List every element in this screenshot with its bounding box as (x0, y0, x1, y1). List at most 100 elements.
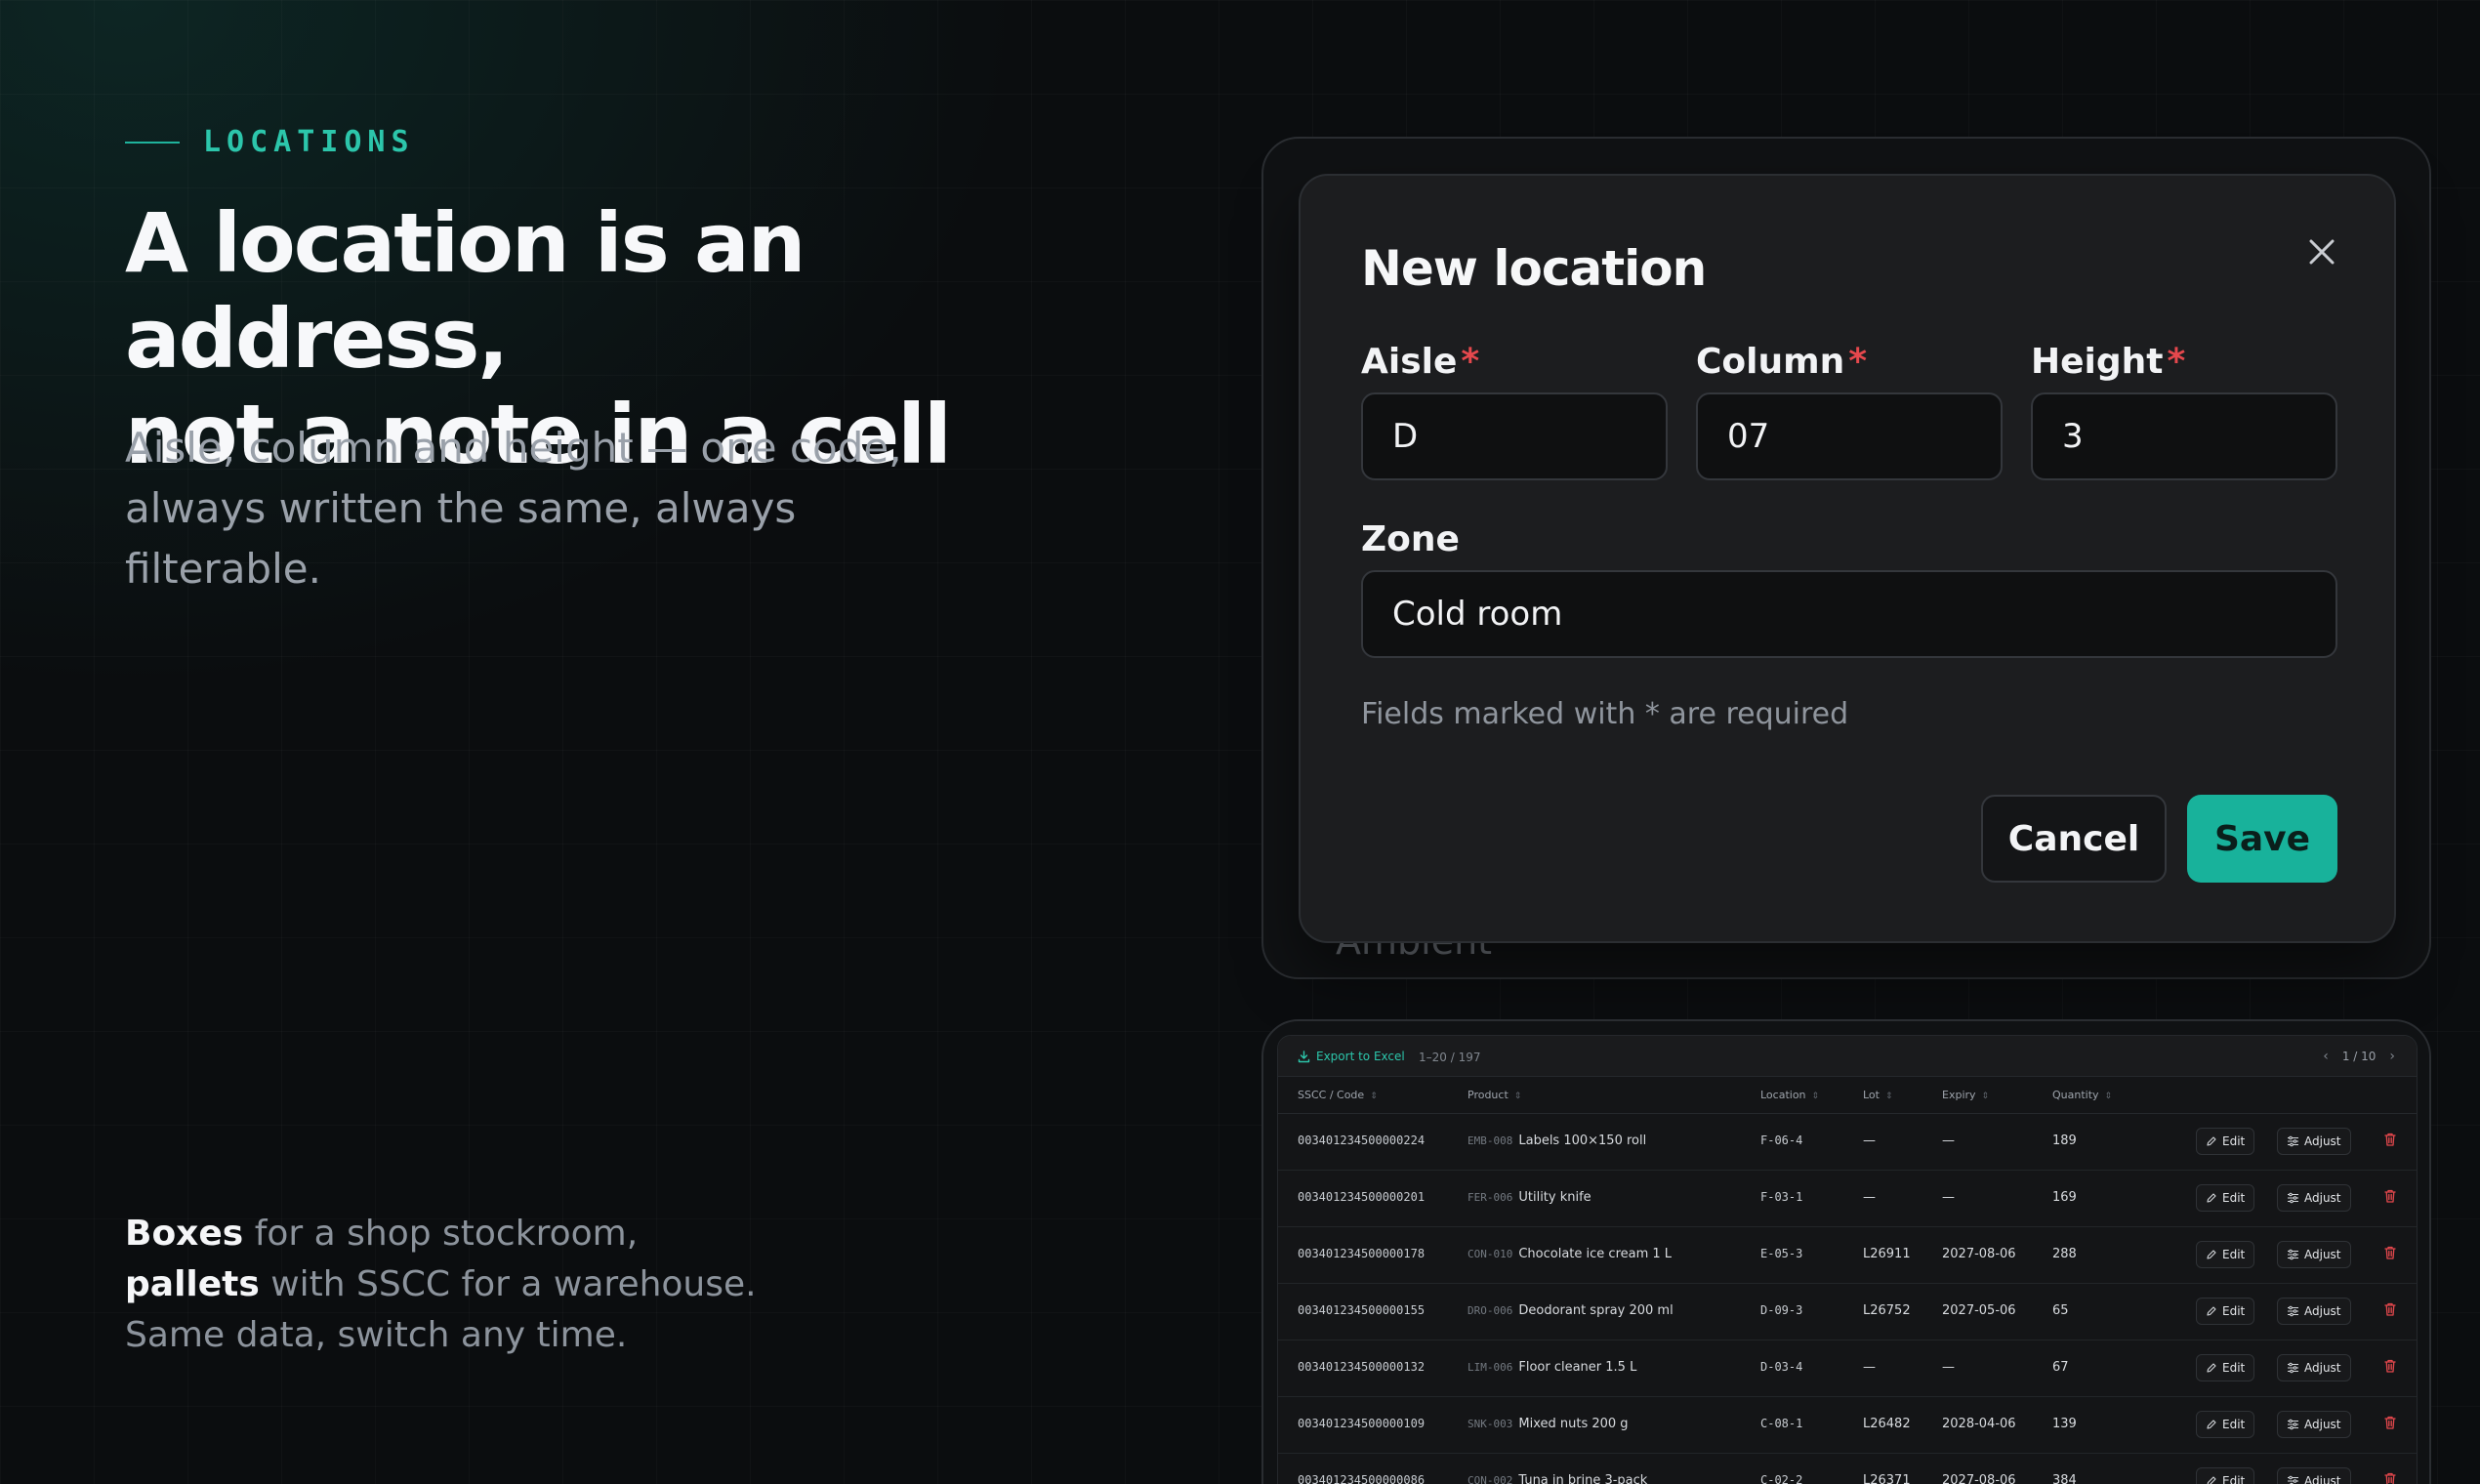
aisle-field[interactable]: D (1361, 392, 1668, 480)
product-sku: FER-006 (1467, 1191, 1513, 1204)
edit-button[interactable]: Edit (2196, 1241, 2255, 1268)
product-name: Utility knife (1518, 1190, 1591, 1205)
location-code: E-05-3 (1760, 1247, 1803, 1260)
lot-cell: L26911 (1863, 1247, 1911, 1261)
column-field[interactable]: 07 (1696, 392, 2003, 480)
quantity-cell: 139 (2052, 1417, 2077, 1431)
column-header-quantity[interactable]: Quantity ⇕ (2052, 1089, 2112, 1101)
trash-icon[interactable] (2383, 1188, 2403, 1208)
pencil-icon (2207, 1136, 2216, 1146)
product-sku: CON-010 (1467, 1248, 1513, 1260)
adjust-label: Adjust (2304, 1134, 2341, 1148)
save-button[interactable]: Save (2187, 795, 2337, 883)
expiry-cell: — (1942, 1190, 1955, 1205)
sort-icon: ⇕ (2104, 1092, 2113, 1101)
column-header-product[interactable]: Product ⇕ (1467, 1089, 1521, 1101)
location-code: C-02-2 (1760, 1473, 1803, 1484)
adjust-button[interactable]: Adjust (2277, 1184, 2351, 1212)
adjust-button[interactable]: Adjust (2277, 1298, 2351, 1325)
quantity-cell: 384 (2052, 1473, 2077, 1484)
cancel-button[interactable]: Cancel (1981, 795, 2167, 883)
product-name: Mixed nuts 200 g (1518, 1417, 1629, 1431)
aisle-label: Aisle * (1361, 342, 1479, 382)
lot-cell: — (1863, 1134, 1876, 1148)
edit-button[interactable]: Edit (2196, 1354, 2255, 1381)
height-field[interactable]: 3 (2031, 392, 2337, 480)
next-page-icon[interactable]: › (2389, 1049, 2395, 1064)
adjust-label: Adjust (2304, 1191, 2341, 1205)
lot-cell: L26752 (1863, 1303, 1911, 1318)
required-hint: Fields marked with * are required (1361, 697, 1849, 731)
sliders-icon (2288, 1419, 2298, 1430)
trash-icon[interactable] (2383, 1358, 2403, 1378)
product-name: Labels 100×150 roll (1518, 1134, 1647, 1148)
trash-icon[interactable] (2383, 1132, 2403, 1151)
lot-cell: — (1863, 1190, 1876, 1205)
column-header-location[interactable]: Location ⇕ (1760, 1089, 1819, 1101)
location-code: C-08-1 (1760, 1417, 1803, 1430)
download-icon (1298, 1050, 1310, 1062)
trash-icon[interactable] (2383, 1245, 2403, 1264)
adjust-button[interactable]: Adjust (2277, 1411, 2351, 1438)
adjust-button[interactable]: Adjust (2277, 1354, 2351, 1381)
prev-page-icon[interactable]: ‹ (2323, 1049, 2329, 1064)
required-mark: * (1461, 342, 1480, 382)
edit-button[interactable]: Edit (2196, 1184, 2255, 1212)
pencil-icon (2207, 1363, 2216, 1373)
product-cell: SNK-003 Mixed nuts 200 g (1467, 1417, 1629, 1431)
lot-cell: L26482 (1863, 1417, 1911, 1431)
column-header-lot[interactable]: Lot ⇕ (1863, 1089, 1893, 1101)
zone-field[interactable]: Cold room (1361, 570, 2337, 658)
column-header-label: SSCC / Code (1298, 1089, 1365, 1101)
edit-button[interactable]: Edit (2196, 1128, 2255, 1155)
hero-subtitle-line2: always written the same, always filterab… (125, 484, 797, 593)
hero-title-line1: A location is an address, (125, 195, 806, 387)
trash-icon[interactable] (2383, 1471, 2403, 1484)
column-header-code[interactable]: SSCC / Code ⇕ (1298, 1089, 1378, 1101)
product-cell: LIM-006 Floor cleaner 1.5 L (1467, 1360, 1636, 1375)
edit-button[interactable]: Edit (2196, 1298, 2255, 1325)
table-row: 003401234500000132 LIM-006 Floor cleaner 1… (1278, 1340, 2417, 1397)
edit-button[interactable]: Edit (2196, 1411, 2255, 1438)
quantity-cell: 65 (2052, 1303, 2069, 1318)
column-header-label: Lot (1863, 1089, 1880, 1101)
close-icon (2309, 239, 2335, 265)
expiry-cell: 2027-08-06 (1942, 1473, 2016, 1484)
table-header: SSCC / Code ⇕ Product ⇕ Location ⇕ Lot ⇕ Exp… (1278, 1077, 2417, 1114)
table-row: 003401234500000201 FER-006 Utility knife F-… (1278, 1171, 2417, 1227)
table-row: 003401234500000109 SNK-003 Mixed nuts 200 … (1278, 1397, 2417, 1454)
adjust-label: Adjust (2304, 1248, 2341, 1261)
column-header-label: Product (1467, 1089, 1509, 1101)
sscc-code: 003401234500000178 (1298, 1247, 1426, 1260)
product-sku: DRO-006 (1467, 1304, 1513, 1317)
adjust-button[interactable]: Adjust (2277, 1467, 2351, 1484)
new-location-dialog: New location Aisle * D Column * 07 Height *… (1299, 174, 2396, 943)
location-code: D-09-3 (1760, 1303, 1803, 1317)
product-cell: FER-006 Utility knife (1467, 1190, 1591, 1205)
sort-icon: ⇕ (1370, 1092, 1378, 1101)
column-header-label: Expiry (1942, 1089, 1976, 1101)
product-name: Floor cleaner 1.5 L (1518, 1360, 1637, 1375)
edit-button[interactable]: Edit (2196, 1467, 2255, 1484)
adjust-button[interactable]: Adjust (2277, 1128, 2351, 1155)
column-header-expiry[interactable]: Expiry ⇕ (1942, 1089, 1989, 1101)
trash-icon[interactable] (2383, 1415, 2403, 1434)
product-cell: EMB-008 Labels 100×150 roll (1467, 1134, 1646, 1148)
adjust-label: Adjust (2304, 1361, 2341, 1375)
table-row: 003401234500000178 CON-010 Chocolate ice c… (1278, 1227, 2417, 1284)
hero-subtitle: Aisle, column and height — one code, alw… (125, 418, 1004, 599)
location-code: D-03-4 (1760, 1360, 1803, 1374)
pencil-icon (2207, 1476, 2216, 1484)
product-name: Deodorant spray 200 ml (1518, 1303, 1674, 1318)
adjust-button[interactable]: Adjust (2277, 1241, 2351, 1268)
close-button[interactable] (2294, 225, 2349, 279)
sscc-code: 003401234500000155 (1298, 1303, 1426, 1317)
trash-icon[interactable] (2383, 1301, 2403, 1321)
bottom-copy-part1: for a shop stockroom, (243, 1214, 639, 1254)
page-indicator: 1 / 10 (2341, 1050, 2377, 1063)
table-row: 003401234500000155 DRO-006 Deodorant spray… (1278, 1284, 2417, 1340)
export-excel-button[interactable]: Export to Excel (1298, 1050, 1405, 1063)
product-cell: CON-010 Chocolate ice cream 1 L (1467, 1247, 1672, 1261)
sscc-code: 003401234500000086 (1298, 1473, 1426, 1484)
table-body: 003401234500000224 EMB-008 Labels 100×150 … (1278, 1114, 2417, 1484)
